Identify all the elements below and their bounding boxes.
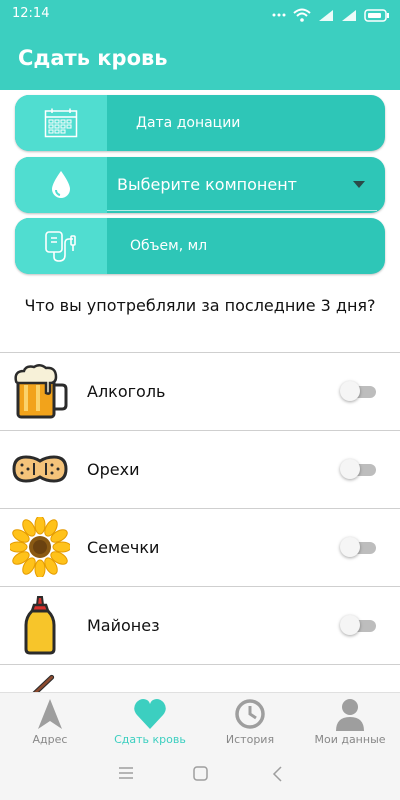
signal-icon xyxy=(319,9,333,21)
field-icon-box xyxy=(15,218,107,274)
status-bar: 12:14 xyxy=(0,0,400,30)
mayonnaise-toggle[interactable] xyxy=(340,614,376,636)
battery-icon xyxy=(364,8,389,22)
iv-bag-icon xyxy=(45,231,76,262)
food-label: Семечки xyxy=(87,538,160,557)
volume-field[interactable]: Объем, мл xyxy=(15,218,385,274)
dropdown-arrow-icon[interactable] xyxy=(353,181,365,188)
peanut-icon xyxy=(12,455,68,483)
wifi-icon xyxy=(293,8,311,22)
nav-item-profile[interactable]: Мои данные xyxy=(300,693,400,753)
person-icon xyxy=(336,699,364,731)
donation-date-field[interactable]: Дата донации xyxy=(15,95,385,151)
list-item: Орехи xyxy=(0,430,400,508)
menu-icon[interactable] xyxy=(118,766,134,780)
field-icon-box xyxy=(15,157,107,213)
field-underline xyxy=(107,210,377,211)
signal-icon-2 xyxy=(342,9,356,21)
food-label: Алкоголь xyxy=(87,382,166,401)
mayonnaise-icon xyxy=(24,596,56,655)
sunflower-icon xyxy=(10,517,70,577)
list-item: Майонез xyxy=(0,586,400,664)
back-icon[interactable] xyxy=(272,766,282,782)
location-arrow-icon xyxy=(38,699,62,729)
donation-date-label: Дата донации xyxy=(136,115,241,131)
list-item: Семечки xyxy=(0,508,400,586)
alcohol-toggle[interactable] xyxy=(340,380,376,402)
nav-item-address[interactable]: Адрес xyxy=(0,693,100,753)
nav-item-donate[interactable]: Сдать кровь xyxy=(100,693,200,753)
calendar-icon xyxy=(44,108,78,138)
food-list: Алкоголь Орехи Семечки Майонез xyxy=(0,352,400,716)
beer-icon xyxy=(14,364,68,419)
nav-label-profile: Мои данные xyxy=(314,733,386,746)
nav-label-history: История xyxy=(225,733,275,746)
blood-drop-icon xyxy=(52,171,70,198)
nav-label-donate: Сдать кровь xyxy=(114,733,186,746)
food-label: Майонез xyxy=(87,616,160,635)
status-icons xyxy=(272,5,390,25)
list-item: Алкоголь xyxy=(0,352,400,430)
bottom-nav: Адрес Сдать кровь История Мои данные xyxy=(0,692,400,753)
seeds-toggle[interactable] xyxy=(340,536,376,558)
system-nav-bar xyxy=(0,752,400,800)
status-time: 12:14 xyxy=(12,6,50,21)
nuts-toggle[interactable] xyxy=(340,458,376,480)
nav-label-address: Адрес xyxy=(32,733,68,746)
clock-icon xyxy=(235,699,265,729)
volume-label: Объем, мл xyxy=(130,238,208,254)
component-select[interactable]: Выберите компонент xyxy=(15,157,385,213)
home-square-icon[interactable] xyxy=(193,766,208,781)
intake-question: Что вы употребляли за последние 3 дня? xyxy=(24,296,376,315)
app-bar: Сдать кровь xyxy=(0,30,400,90)
component-select-value: Выберите компонент xyxy=(117,175,297,194)
page-title: Сдать кровь xyxy=(18,46,168,70)
field-icon-box xyxy=(15,95,107,151)
nav-item-history[interactable]: История xyxy=(200,693,300,753)
more-dots-icon xyxy=(272,13,286,17)
heart-icon xyxy=(134,699,166,729)
food-label: Орехи xyxy=(87,460,140,479)
